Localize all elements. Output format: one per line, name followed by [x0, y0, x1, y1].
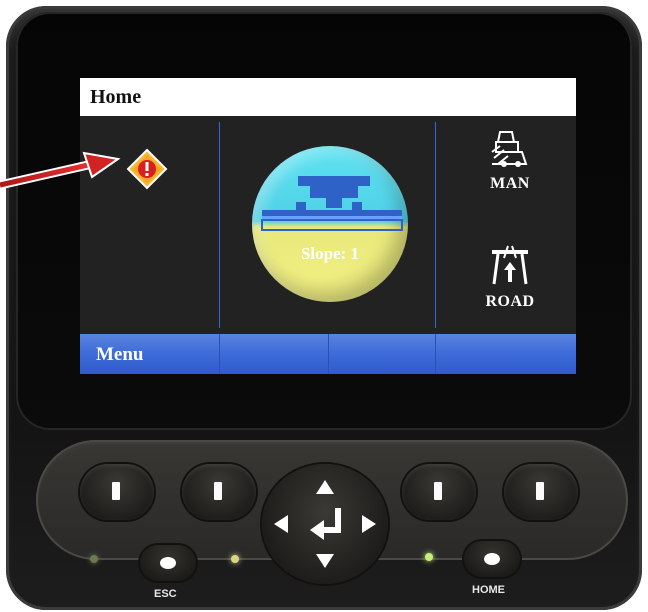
slope-button[interactable]: Slope: 1: [252, 146, 408, 302]
status-led-1: [90, 555, 98, 563]
column-divider: [219, 122, 220, 328]
down-arrow-icon[interactable]: [316, 554, 334, 568]
warning-icon[interactable]: [126, 148, 168, 195]
road-mode-label: ROAD: [485, 293, 535, 310]
slope-label: Slope: 1: [300, 244, 360, 263]
menu-button[interactable]: Menu: [80, 334, 220, 374]
road-icon: [492, 245, 528, 285]
manual-mode-label: MAN: [490, 175, 530, 192]
title-bar: Home: [80, 78, 576, 116]
up-arrow-icon[interactable]: [316, 480, 334, 494]
softkey-3[interactable]: [402, 464, 476, 520]
callout-arrow: [0, 151, 121, 190]
softkey-1[interactable]: [80, 464, 154, 520]
manual-mode-button[interactable]: MAN: [470, 128, 550, 193]
status-led-3: [425, 553, 433, 561]
paver-icon: [491, 131, 528, 167]
page-title: Home: [90, 86, 142, 108]
home-label: HOME: [472, 584, 505, 596]
right-arrow-icon[interactable]: [362, 515, 376, 533]
road-mode-button[interactable]: ROAD: [470, 244, 550, 311]
menu-bar: Menu: [80, 334, 576, 374]
softkey-slot-4[interactable]: [436, 334, 576, 374]
softkey-slot-2[interactable]: [220, 334, 329, 374]
softkey-4[interactable]: [504, 464, 578, 520]
status-led-2: [231, 555, 239, 563]
left-arrow-icon[interactable]: [274, 515, 288, 533]
softkey-slot-3[interactable]: [329, 334, 436, 374]
home-button[interactable]: [464, 541, 520, 577]
direction-pad: [262, 464, 388, 584]
enter-icon[interactable]: [322, 508, 341, 533]
softkey-2[interactable]: [182, 464, 256, 520]
menu-label: Menu: [96, 344, 144, 365]
screed-icon: [261, 176, 403, 231]
esc-label: ESC: [154, 588, 177, 600]
column-divider: [435, 122, 436, 328]
esc-button[interactable]: [140, 545, 196, 581]
display-screen: Home Slope: 1 MAN ROAD Menu: [80, 78, 576, 374]
